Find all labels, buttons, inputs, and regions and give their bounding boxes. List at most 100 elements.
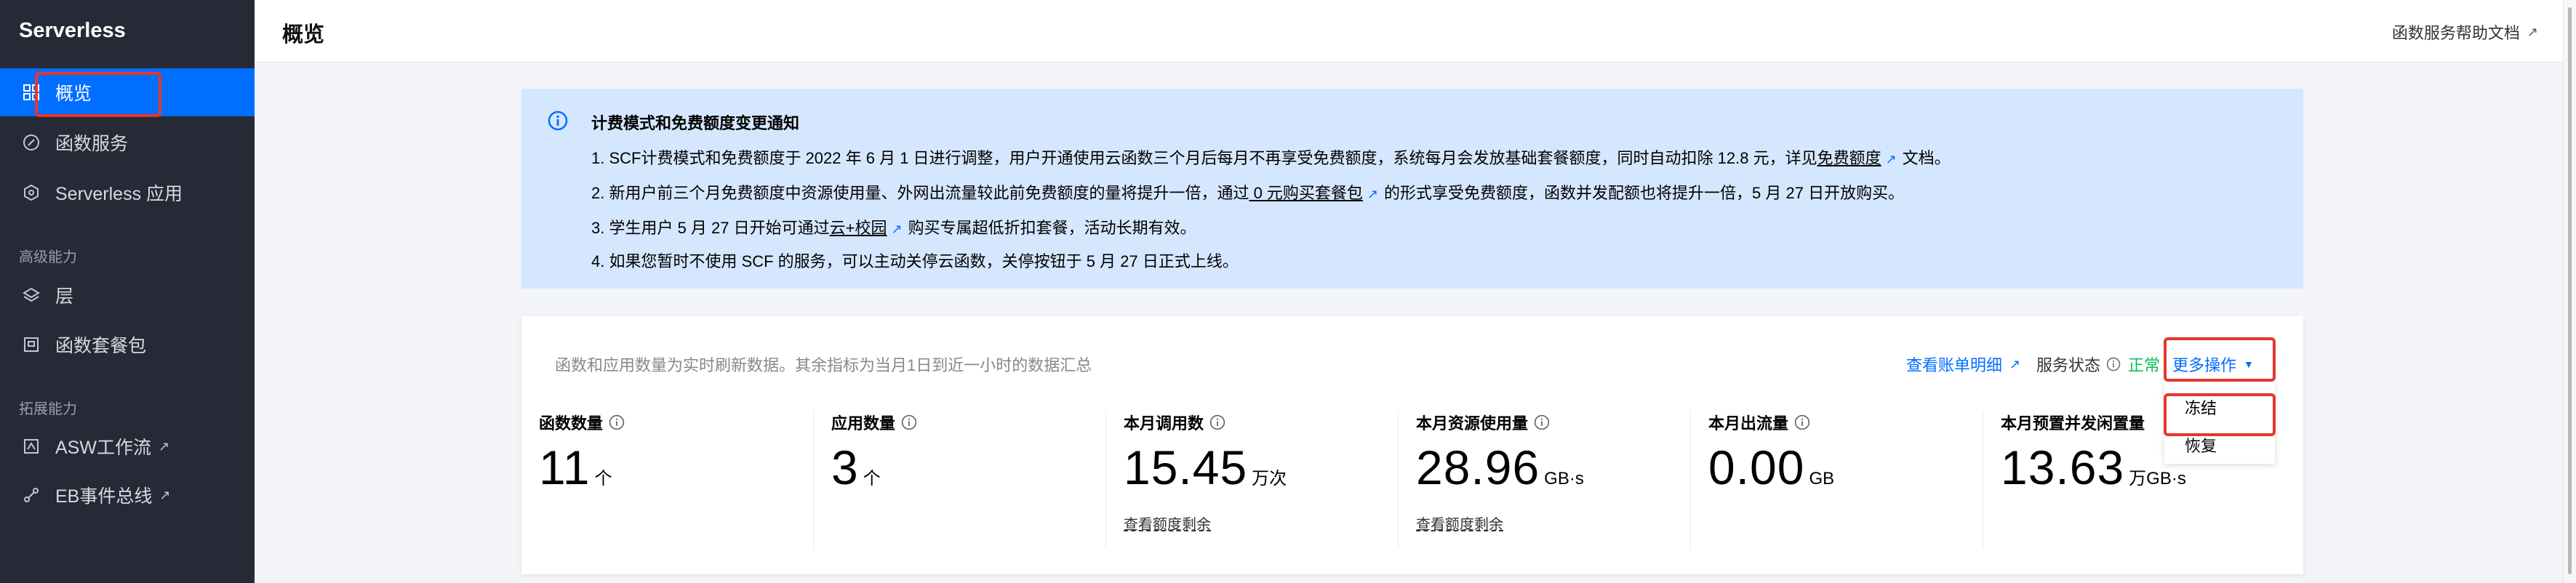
metric-label: 本月资源使用量	[1416, 411, 1550, 434]
external-link-icon: ↗	[158, 438, 170, 454]
brand-title: Serverless	[19, 19, 126, 42]
metric-number: 3	[831, 441, 859, 494]
metric-label: 本月出流量	[1708, 411, 1810, 434]
metric-app-count: 应用数量 3个	[814, 411, 1106, 556]
notice-text: 1. SCF计费模式和免费额度于 2022 年 6 月 1 日进行调整，用户开通…	[591, 149, 1817, 167]
sidebar-item-label: 函数套餐包	[55, 336, 147, 356]
help-docs-link[interactable]: 函数服务帮助文档 ↗	[2392, 20, 2538, 44]
page-title: 概览	[282, 23, 325, 47]
metric-label: 应用数量	[831, 411, 917, 434]
view-bill-label: 查看账单明细	[1906, 356, 2003, 374]
view-quota-link[interactable]: 查看额度剩余	[1124, 512, 1211, 534]
info-icon[interactable]	[2106, 357, 2121, 371]
metric-label-text: 本月调用数	[1124, 414, 1204, 433]
notice-line-2: 2. 新用户前三个月免费额度中资源使用量、外网出流量较此前免费额度的量将提升一倍…	[591, 180, 1904, 204]
notice-text: 3. 学生用户 5 月 27 日开始可通过	[591, 219, 830, 237]
cube-gear-icon	[19, 184, 44, 201]
sidebar-item-layers[interactable]: 层	[0, 271, 255, 319]
metric-unit: GB	[1809, 469, 1835, 488]
metric-unit: 万GB·s	[2129, 469, 2186, 488]
external-link-icon: ↗	[891, 222, 903, 236]
sidebar-item-serverless-app[interactable]: Serverless 应用	[0, 169, 255, 217]
function-icon	[19, 134, 44, 151]
metric-value: 0.00 GB	[1708, 440, 1834, 495]
sidebar-item-label: 函数服务	[55, 134, 129, 154]
metric-label-text: 本月预置并发闲置量	[2001, 414, 2145, 433]
highlight-box	[2164, 393, 2276, 436]
service-status-value: 正常	[2128, 356, 2161, 374]
package-icon	[19, 336, 44, 353]
view-bill-link[interactable]: 查看账单明细 ↗	[1906, 353, 2020, 376]
metric-number: 13.63	[2001, 441, 2125, 494]
metric-unit: 个	[863, 469, 881, 488]
view-quota-link[interactable]: 查看额度剩余	[1416, 512, 1503, 534]
notice-text: 2. 新用户前三个月免费额度中资源使用量、外网出流量较此前免费额度的量将提升一倍…	[591, 184, 1249, 202]
stats-card: 函数和应用数量为实时刷新数据。其余指标为当月1日到近一小时的数据汇总 查看账单明…	[521, 316, 2303, 574]
highlight-box	[2164, 337, 2276, 382]
info-icon	[548, 110, 568, 134]
billing-notice: 计费模式和免费额度变更通知 1. SCF计费模式和免费额度于 2022 年 6 …	[521, 89, 2303, 289]
metric-unit: 万次	[1252, 469, 1287, 488]
external-link-icon: ↗	[1885, 152, 1897, 166]
metric-value: 28.96 GB·s	[1416, 440, 1584, 495]
notice-text: 购买专属超低折扣套餐，活动长期有效。	[908, 219, 1196, 237]
metric-outbound-traffic: 本月出流量 0.00 GB	[1691, 411, 1983, 556]
info-icon[interactable]	[901, 414, 917, 430]
metric-number: 11	[539, 441, 591, 494]
metric-number: 0.00	[1708, 441, 1805, 494]
metric-label-text: 函数数量	[539, 414, 604, 433]
scrollbar[interactable]	[2563, 0, 2576, 583]
info-icon[interactable]	[1209, 414, 1225, 430]
external-link-icon: ↗	[2009, 356, 2021, 371]
event-bus-icon	[19, 486, 44, 504]
metric-unit: 个	[594, 469, 612, 488]
info-icon[interactable]	[1534, 414, 1550, 430]
page-header: 概览 函数服务帮助文档 ↗	[255, 0, 2563, 63]
layers-icon	[19, 286, 44, 304]
metric-label: 本月调用数	[1124, 411, 1225, 434]
metric-label: 函数数量	[539, 411, 625, 434]
metric-value: 13.63 万GB·s	[2001, 440, 2186, 495]
sidebar-item-label: 层	[55, 286, 74, 307]
sidebar-item-functions[interactable]: 函数服务	[0, 118, 255, 166]
notice-title: 计费模式和免费额度变更通知	[591, 114, 800, 132]
metric-value: 15.45 万次	[1124, 440, 1287, 495]
help-docs-label: 函数服务帮助文档	[2391, 24, 2520, 42]
scrollbar-thumb[interactable]	[2568, 7, 2572, 574]
info-icon[interactable]	[609, 414, 625, 430]
workflow-icon	[19, 438, 44, 455]
notice-line-4: 4. 如果您暂时不使用 SCF 的服务，可以主动关停云函数，关停按钮于 5 月 …	[591, 252, 1239, 270]
sidebar-item-asw-workflow[interactable]: ASW工作流 ↗	[0, 422, 255, 470]
metric-value: 3个	[831, 440, 881, 495]
metric-label-text: 应用数量	[831, 414, 896, 433]
notice-line-3: 3. 学生用户 5 月 27 日开始可通过云+校园 ↗ 购买专属超低折扣套餐，活动长…	[591, 215, 1196, 238]
notice-text: 的形式享受免费额度，函数并发配额也将提升一倍，5 月 27 日开放购买。	[1384, 184, 1905, 202]
metric-number: 28.96	[1416, 441, 1540, 494]
sidebar-item-label: EB事件总线	[55, 486, 153, 507]
notice-line-1: 1. SCF计费模式和免费额度于 2022 年 6 月 1 日进行调整，用户开通…	[591, 145, 1951, 169]
metric-label-text: 本月资源使用量	[1416, 414, 1529, 433]
dropdown-option-restore[interactable]: 恢复	[2185, 433, 2217, 457]
external-link-icon: ↗	[2527, 24, 2538, 39]
metric-number: 15.45	[1124, 441, 1248, 494]
buy-package-link[interactable]: 0 元购买套餐包	[1249, 184, 1363, 202]
metric-label: 本月预置并发闲置量	[2001, 411, 2145, 434]
free-quota-link[interactable]: 免费额度	[1817, 149, 1881, 167]
metric-value: 11 个	[539, 440, 612, 495]
sidebar: Serverless 概览 函数服务 Serverless 应用 高级能力 层 …	[0, 0, 255, 583]
notice-text: 文档。	[1902, 149, 1951, 167]
metric-resource-usage: 本月资源使用量 28.96 GB·s 查看额度剩余	[1399, 411, 1691, 556]
sidebar-item-label: ASW工作流	[55, 438, 151, 458]
service-status-label: 服务状态	[2036, 356, 2101, 374]
info-icon[interactable]	[1794, 414, 1810, 430]
service-status: 服务状态	[2036, 353, 2121, 376]
stats-description: 函数和应用数量为实时刷新数据。其余指标为当月1日到近一小时的数据汇总	[555, 356, 1092, 374]
campus-link[interactable]: 云+校园	[830, 219, 887, 237]
metric-function-count: 函数数量 11 个	[521, 411, 814, 556]
sidebar-item-packages[interactable]: 函数套餐包	[0, 321, 255, 369]
sidebar-item-label: Serverless 应用	[55, 184, 183, 204]
external-link-icon: ↗	[159, 487, 171, 502]
sidebar-item-eb-event-bus[interactable]: EB事件总线 ↗	[0, 471, 255, 519]
group-label-extension: 拓展能力	[19, 401, 77, 417]
metric-invocations: 本月调用数 15.45 万次 查看额度剩余	[1106, 411, 1399, 556]
